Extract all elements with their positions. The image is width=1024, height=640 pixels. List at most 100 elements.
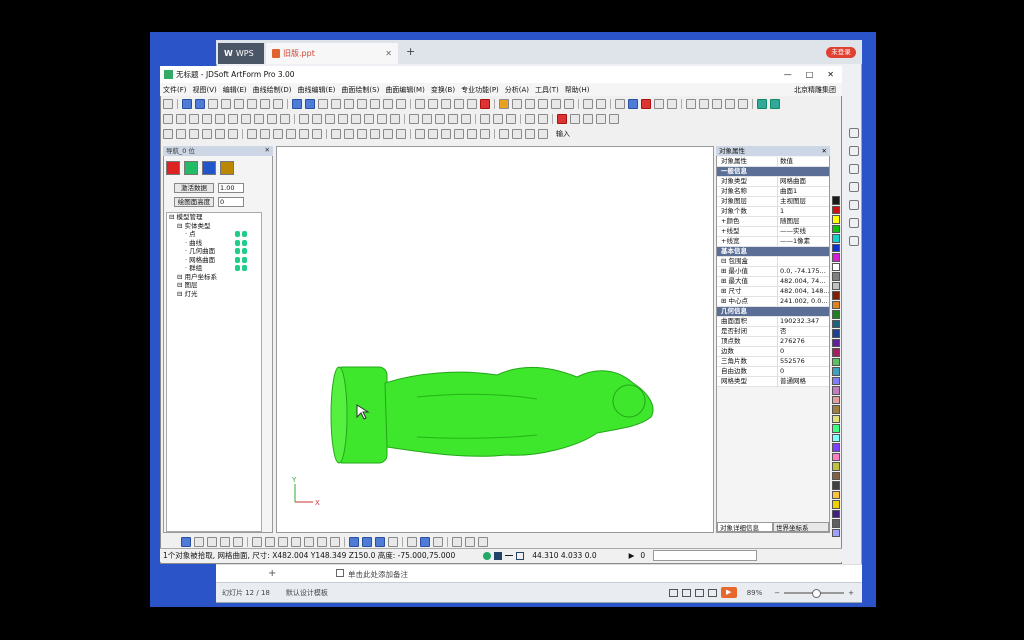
left-icon[interactable] xyxy=(351,114,361,124)
pan-icon[interactable] xyxy=(241,114,251,124)
text-icon[interactable] xyxy=(312,129,322,139)
visibility-pin-icon[interactable] xyxy=(242,248,247,254)
color-swatch[interactable] xyxy=(832,462,840,471)
menu-tools[interactable]: 工具(T) xyxy=(535,85,559,95)
ellipse-icon[interactable] xyxy=(260,129,270,139)
color-swatch[interactable] xyxy=(832,433,840,442)
surface-blend-icon[interactable] xyxy=(480,129,490,139)
circle-tool-icon[interactable] xyxy=(234,99,244,109)
view-back-icon[interactable] xyxy=(265,537,275,547)
sphere-view-icon[interactable] xyxy=(654,99,664,109)
property-row[interactable]: ⊟ 包围盒 xyxy=(717,257,829,267)
shade-tool-icon[interactable] xyxy=(344,99,354,109)
shaded-view-icon[interactable] xyxy=(628,99,638,109)
color-swatch[interactable] xyxy=(832,215,840,224)
color-swatch[interactable] xyxy=(832,528,840,537)
plus-tool-icon[interactable] xyxy=(260,99,270,109)
ortho-toggle-icon[interactable] xyxy=(433,537,443,547)
hidden-view-icon[interactable] xyxy=(667,99,677,109)
rotate-x-icon[interactable] xyxy=(267,114,277,124)
tree-item[interactable]: ⊟ 模型管理 xyxy=(167,213,261,222)
tree-item[interactable]: · 几何曲面 xyxy=(167,247,261,256)
iso-view-icon[interactable] xyxy=(725,99,735,109)
back-icon[interactable] xyxy=(338,114,348,124)
snap-grid-icon[interactable] xyxy=(409,114,419,124)
view-left-icon[interactable] xyxy=(278,537,288,547)
chamfer-icon[interactable] xyxy=(357,129,367,139)
login-button[interactable]: 未登录 xyxy=(826,47,856,58)
color-swatch[interactable] xyxy=(832,319,840,328)
split-icon[interactable] xyxy=(396,129,406,139)
3d-viewport[interactable]: Y X xyxy=(276,146,714,533)
normal-view-icon[interactable] xyxy=(668,588,678,597)
shading-2-icon[interactable] xyxy=(362,537,372,547)
property-close-icon[interactable]: ✕ xyxy=(822,146,827,156)
wps-tab-document[interactable]: 旧版.ppt ✕ xyxy=(266,43,398,64)
view-right-icon[interactable] xyxy=(291,537,301,547)
orbit-icon[interactable] xyxy=(312,114,322,124)
group-tool-icon[interactable] xyxy=(551,99,561,109)
shading-4-icon[interactable] xyxy=(388,537,398,547)
visibility-pin-icon[interactable] xyxy=(242,239,247,246)
property-row[interactable]: 是否封闭否 xyxy=(717,327,829,337)
sidebar-help-icon[interactable] xyxy=(849,236,859,246)
property-row[interactable]: ⊞ 最大值 482.004, 74... xyxy=(717,277,829,287)
view-iso-icon[interactable] xyxy=(330,537,340,547)
cursor-mode-icon[interactable] xyxy=(483,551,492,560)
menu-transform[interactable]: 变换(B) xyxy=(431,85,455,95)
property-row[interactable]: ⊞ 尺寸 482.004, 148... xyxy=(717,287,829,297)
color-swatch[interactable] xyxy=(832,376,840,385)
top-view-icon[interactable] xyxy=(699,99,709,109)
surface-sweep-icon[interactable] xyxy=(428,129,438,139)
snap-toggle-icon[interactable] xyxy=(420,537,430,547)
property-row[interactable]: 顶点数 276276 xyxy=(717,337,829,347)
menu-file[interactable]: 文件(F) xyxy=(163,85,187,95)
surface-extrude-icon[interactable] xyxy=(454,129,464,139)
mesh-reduce-icon[interactable] xyxy=(538,129,548,139)
layer-tool-icon[interactable] xyxy=(538,99,548,109)
mesh-smooth-icon[interactable] xyxy=(525,129,535,139)
shading-3-icon[interactable] xyxy=(375,537,385,547)
close-button[interactable]: ✕ xyxy=(827,70,834,79)
notes-area[interactable]: + 单击此处添加备注 xyxy=(216,564,862,582)
property-group[interactable]: 基本信息 xyxy=(717,247,829,257)
visibility-pin-icon[interactable] xyxy=(235,265,240,271)
play-button[interactable]: ▶ xyxy=(629,551,635,560)
drawing-height-button[interactable]: 绘图面高度 xyxy=(174,197,214,207)
tree-expand-icon[interactable]: ⊟ xyxy=(169,213,177,221)
tree-item[interactable]: ⊟ 用户坐标系 xyxy=(167,273,261,282)
diag-tool-icon[interactable] xyxy=(305,99,315,109)
color-swatch[interactable] xyxy=(832,386,840,395)
refresh-icon[interactable] xyxy=(461,114,471,124)
new-file-icon[interactable] xyxy=(480,114,490,124)
lock-icon[interactable] xyxy=(494,551,503,560)
measure-tool-icon[interactable] xyxy=(415,99,425,109)
redo-icon[interactable] xyxy=(538,114,548,124)
tree-item[interactable]: · 群组 xyxy=(167,264,261,273)
color-swatch[interactable] xyxy=(832,205,840,214)
side-view-icon[interactable] xyxy=(712,99,722,109)
copy-icon[interactable] xyxy=(570,114,580,124)
color-swatch[interactable] xyxy=(832,329,840,338)
new-tab-button[interactable]: + xyxy=(406,45,415,58)
view-top-icon[interactable] xyxy=(304,537,314,547)
zoom-fit-icon[interactable] xyxy=(757,99,767,109)
property-row[interactable]: 边数 0 xyxy=(717,347,829,357)
light-tool-icon[interactable] xyxy=(596,99,606,109)
menu-surface-edit[interactable]: 曲面编辑(M) xyxy=(385,85,425,95)
measure-toggle-icon[interactable] xyxy=(452,537,462,547)
tab-object-details[interactable]: 对象详细信息 xyxy=(717,522,773,532)
sidebar-shape-icon[interactable] xyxy=(849,164,859,174)
property-row[interactable]: 曲面面积 190232.347 xyxy=(717,317,829,327)
add-point-icon[interactable] xyxy=(163,129,173,139)
right-icon[interactable] xyxy=(364,114,374,124)
color-swatch[interactable] xyxy=(832,234,840,243)
delete-icon[interactable] xyxy=(480,99,490,109)
cut-tool-icon[interactable] xyxy=(428,99,438,109)
minimize-button[interactable]: — xyxy=(784,70,792,79)
visibility-pin-icon[interactable] xyxy=(235,248,240,254)
slideshow-play-icon[interactable]: ▶ xyxy=(720,587,737,598)
panel-close-icon[interactable]: ✕ xyxy=(265,146,270,154)
color-swatch[interactable] xyxy=(832,500,840,509)
tree-item[interactable]: · 网格曲面 xyxy=(167,256,261,265)
